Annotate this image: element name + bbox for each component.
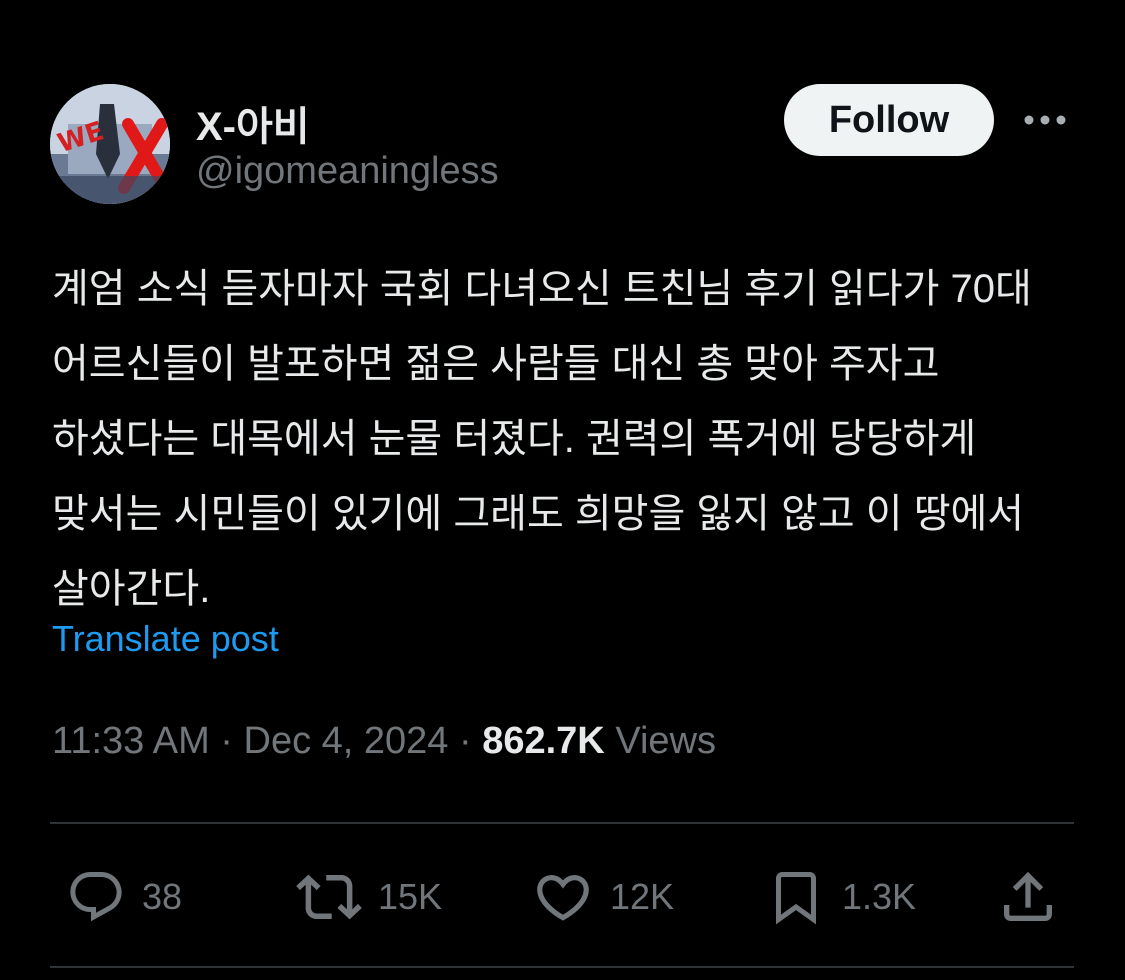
views-count: 862.7K [482, 720, 605, 762]
repost-count: 15K [378, 876, 443, 917]
bookmark-count: 1.3K [842, 876, 917, 917]
bookmark-icon [776, 872, 816, 925]
author-handle[interactable]: @igomeaningless [196, 150, 499, 193]
action-bar: 38 15K 12K 1.3K [0, 864, 1125, 934]
post-header: WE X-아비 @igomeaningless Follow [50, 84, 1080, 204]
post-text: 계엄 소식 듣자마자 국회 다녀오신 트친님 후기 읽다가 70대 어르신들이 … [52, 267, 1032, 611]
divider-bottom [50, 966, 1074, 968]
post-meta: 11:33 AM · Dec 4, 2024 · 862.7K Views [52, 720, 716, 763]
more-options-button[interactable] [1020, 102, 1070, 138]
translate-post-link[interactable]: Translate post [52, 618, 279, 660]
more-options-icon [1024, 115, 1066, 125]
author-display-name[interactable]: X-아비 [196, 94, 310, 152]
divider-top [50, 822, 1074, 824]
follow-button[interactable]: Follow [784, 84, 994, 156]
reply-button[interactable]: 38 [66, 864, 182, 930]
like-button[interactable]: 12K [532, 864, 674, 930]
heart-icon [537, 875, 589, 921]
avatar[interactable]: WE [50, 84, 170, 204]
repost-button[interactable]: 15K [296, 864, 442, 930]
post-date[interactable]: Dec 4, 2024 [244, 720, 449, 762]
repost-icon [296, 874, 362, 920]
meta-separator: · [220, 720, 233, 762]
views-label: Views [615, 720, 717, 762]
bookmark-button[interactable]: 1.3K [766, 864, 916, 930]
share-icon [1004, 871, 1052, 921]
reply-icon [70, 872, 122, 922]
like-count: 12K [610, 876, 675, 917]
reply-count: 38 [142, 876, 183, 917]
post-time[interactable]: 11:33 AM [52, 720, 210, 762]
share-button[interactable] [996, 864, 1060, 930]
meta-separator: · [459, 720, 472, 762]
profile-avatar-image: WE [50, 84, 170, 204]
